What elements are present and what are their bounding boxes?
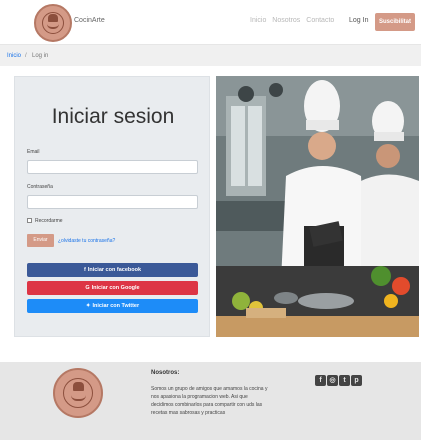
chef-hat-icon [48, 14, 58, 22]
twitter-icon[interactable]: t [339, 375, 350, 386]
breadcrumb-separator: / [25, 53, 27, 59]
facebook-login-button[interactable]: f Iniciar con facebook [27, 263, 198, 277]
twitter-login-label: Iniciar con Twitter [92, 303, 140, 309]
send-button[interactable]: Enviar [27, 234, 54, 247]
email-label: Email [27, 149, 40, 155]
chefs-photo-illustration [216, 76, 419, 337]
instagram-icon[interactable]: ◎ [327, 375, 338, 386]
twitter-login-button[interactable]: ✦ Iniciar con Twitter [27, 299, 198, 313]
nav-link-nosotros[interactable]: Nosotros [272, 17, 300, 24]
nav-login-link[interactable]: Log In [349, 17, 368, 24]
nav-links: Inicio Nosotros Contacto [250, 17, 338, 24]
breadcrumb: Inicio / Log in [0, 45, 421, 66]
brand-logo[interactable] [34, 4, 72, 42]
google-icon: G [85, 285, 90, 291]
nav-link-inicio[interactable]: Inicio [250, 17, 266, 24]
footer-social-icons: f ◎ t p [315, 369, 363, 387]
email-field[interactable] [27, 160, 198, 174]
navbar: CocinArte Inicio Nosotros Contacto Log I… [0, 0, 421, 45]
google-login-button[interactable]: G Iniciar con Google [27, 281, 198, 295]
pinterest-icon[interactable]: p [351, 375, 362, 386]
chefs-cooking-photo [216, 76, 419, 337]
remember-row: Recordarme [27, 218, 63, 224]
brand-name[interactable]: CocinArte [74, 17, 105, 24]
facebook-login-label: Iniciar con facebook [87, 267, 142, 273]
remember-label: Recordarme [35, 218, 63, 224]
password-label: Contraseña [27, 184, 53, 190]
remember-checkbox[interactable] [27, 218, 32, 224]
breadcrumb-current: Log in [32, 53, 49, 59]
breadcrumb-home[interactable]: Inicio [7, 53, 21, 59]
footer-title: Nosotros: [151, 370, 180, 376]
chef-hat-icon [73, 382, 84, 391]
nav-link-contacto[interactable]: Contacto [306, 17, 334, 24]
login-title: Iniciar sesion [51, 105, 175, 128]
footer: Nosotros: Somos un grupo de amigos que a… [0, 362, 421, 440]
footer-logo [53, 368, 103, 418]
google-login-label: Iniciar con Google [91, 285, 140, 291]
facebook-icon[interactable]: f [315, 375, 326, 386]
login-card: Iniciar sesion Email Contraseña Recordar… [14, 76, 210, 337]
subscribe-button[interactable]: Suscibilitat [375, 13, 415, 31]
facebook-icon: f [83, 267, 86, 273]
forgot-password-link[interactable]: ¿olvidaste tu contraseña? [58, 238, 115, 244]
footer-about-text: Somos un grupo de amigos que amamos la c… [151, 386, 268, 416]
password-field[interactable] [27, 195, 198, 209]
twitter-icon: ✦ [85, 303, 91, 309]
